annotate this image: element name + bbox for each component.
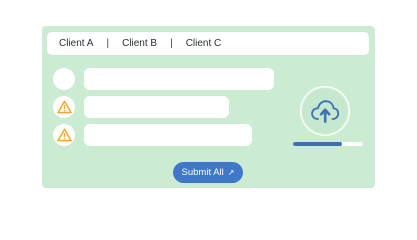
client-tabs: Client A | Client B | Client C xyxy=(47,32,369,55)
tab-client-a[interactable]: Client A xyxy=(57,38,95,49)
row-status-empty xyxy=(53,68,75,90)
row-input-2[interactable] xyxy=(84,96,229,118)
tab-client-b[interactable]: Client B xyxy=(120,38,159,49)
tab-separator: | xyxy=(106,38,110,49)
warning-icon xyxy=(56,100,72,114)
upload-dropzone[interactable] xyxy=(300,86,350,136)
row-status-warning xyxy=(53,124,75,146)
warning-icon xyxy=(56,128,72,142)
submit-all-label: Submit All xyxy=(181,167,224,178)
row-input-3[interactable] xyxy=(84,124,252,146)
external-arrow-icon: ↗ xyxy=(227,167,235,177)
upload-progress-bar xyxy=(293,142,363,146)
form-panel: Client A | Client B | Client C Submit Al… xyxy=(42,26,375,188)
row-status-warning xyxy=(53,96,75,118)
tab-client-c[interactable]: Client C xyxy=(184,38,224,49)
row-input-1[interactable] xyxy=(84,68,274,90)
tab-separator: | xyxy=(170,38,173,49)
cloud-upload-icon xyxy=(311,100,340,123)
upload-progress-fill xyxy=(293,142,342,146)
submit-all-button[interactable]: Submit All ↗ xyxy=(173,162,243,183)
